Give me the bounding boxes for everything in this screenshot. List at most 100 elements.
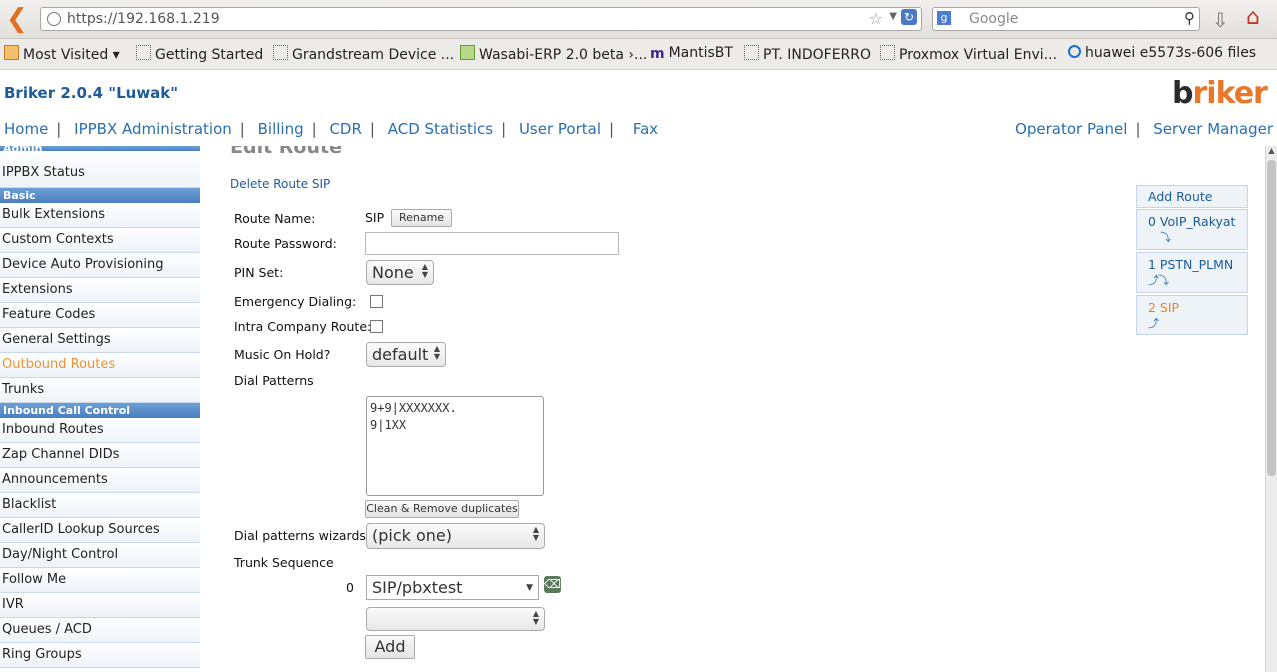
reorder-arrows-icon[interactable]: ⤵: [1148, 229, 1247, 245]
bookmark-star-icon[interactable]: ☆: [869, 9, 883, 28]
route-item-label: 0 VoIP_Rakyat: [1148, 214, 1236, 229]
music-on-hold-label: Music On Hold?: [234, 347, 331, 362]
bookmark-mantisbt[interactable]: m MantisBT: [650, 45, 733, 62]
sidebar-item-custom-contexts[interactable]: Custom Contexts: [0, 228, 200, 253]
add-trunk-button[interactable]: Add: [365, 635, 415, 659]
sidebar: Admin IPPBX Status Basic Bulk Extensions…: [0, 146, 200, 672]
globe-icon: [47, 12, 61, 26]
url-text: https://192.168.1.219: [67, 11, 220, 27]
route-item-label: 2 SIP: [1148, 300, 1180, 315]
sidebar-header-basic: Basic: [0, 188, 200, 203]
nav-cdr[interactable]: CDR: [329, 120, 361, 138]
route-password-label: Route Password:: [234, 236, 337, 251]
bookmark-huawei[interactable]: huawei e5573s-606 files: [1068, 45, 1256, 61]
sidebar-item-device-auto-provisioning[interactable]: Device Auto Provisioning: [0, 253, 200, 278]
bookmark-getting-started[interactable]: Getting Started: [136, 45, 263, 63]
route-item-active[interactable]: 2 SIP ⤴: [1136, 295, 1248, 335]
page-title: Edit Route: [230, 146, 342, 158]
bookmark-wasabi-erp[interactable]: Wasabi-ERP 2.0 beta ›...: [460, 45, 647, 63]
bookmark-proxmox[interactable]: Proxmox Virtual Envi...: [880, 45, 1057, 63]
sidebar-item-blacklist[interactable]: Blacklist: [0, 493, 200, 518]
bookmark-most-visited[interactable]: Most Visited ▾: [4, 45, 120, 63]
briker-logo: briker: [1172, 76, 1268, 111]
reload-icon[interactable]: ↻: [901, 9, 917, 25]
clean-remove-duplicates-button[interactable]: Clean & Remove duplicates: [365, 500, 519, 518]
music-on-hold-select[interactable]: default ▲ ▼: [366, 342, 446, 367]
nav-fax[interactable]: Fax: [633, 120, 658, 138]
select-arrows-icon: ▲ ▼: [532, 609, 539, 626]
search-placeholder: Google: [969, 11, 1019, 27]
emergency-dialing-checkbox[interactable]: [370, 295, 383, 308]
route-name-value: SIP: [365, 210, 385, 225]
scroll-up-icon[interactable]: ▲: [1266, 146, 1277, 158]
home-icon[interactable]: ⌂: [1246, 5, 1260, 30]
trunk-index: 0: [346, 580, 354, 595]
nav-user-portal[interactable]: User Portal: [519, 120, 601, 138]
sidebar-item-ivr[interactable]: IVR: [0, 593, 200, 618]
search-bar[interactable]: g Google ⚲: [932, 7, 1200, 31]
intra-company-label: Intra Company Route:: [234, 319, 372, 334]
intra-company-checkbox[interactable]: [370, 320, 383, 333]
url-bar[interactable]: https://192.168.1.219 ☆ ▼ ↻: [40, 7, 922, 31]
browser-toolbar: ❮ https://192.168.1.219 ☆ ▼ ↻ g Google ⚲…: [0, 0, 1277, 39]
bookmark-indoferro[interactable]: PT. INDOFERRO: [744, 45, 871, 63]
sidebar-item-inbound-routes[interactable]: Inbound Routes: [0, 418, 200, 443]
sidebar-item-zap-channel-dids[interactable]: Zap Channel DIDs: [0, 443, 200, 468]
dial-patterns-wizard-select[interactable]: (pick one) ▲ ▼: [366, 523, 545, 549]
sidebar-item-follow-me[interactable]: Follow Me: [0, 568, 200, 593]
nav-acd-statistics[interactable]: ACD Statistics: [388, 120, 493, 138]
dial-patterns-wizard-label: Dial patterns wizards:: [234, 528, 371, 543]
sidebar-item-ippbx-status[interactable]: IPPBX Status: [0, 151, 200, 188]
download-icon[interactable]: ⇩: [1212, 8, 1229, 32]
sidebar-item-day-night-control[interactable]: Day/Night Control: [0, 543, 200, 568]
nav-ippbx-administration[interactable]: IPPBX Administration: [74, 120, 232, 138]
pin-set-label: PIN Set:: [234, 265, 284, 280]
trunk-select[interactable]: SIP/pbxtest ▼: [366, 575, 539, 600]
right-nav: Operator Panel | Server Manager: [1015, 120, 1273, 138]
route-item[interactable]: 1 PSTN_PLMN ⤴⤵: [1136, 252, 1248, 293]
main-content: Edit Route: [200, 146, 1265, 672]
url-dropdown-icon[interactable]: ▼: [889, 11, 897, 22]
search-icon[interactable]: ⚲: [1184, 9, 1195, 27]
select-arrows-icon: ▲ ▼: [433, 344, 440, 361]
select-arrows-icon: ▲ ▼: [421, 262, 428, 279]
sidebar-item-feature-codes[interactable]: Feature Codes: [0, 303, 200, 328]
nav-operator-panel[interactable]: Operator Panel: [1015, 120, 1127, 138]
bookmark-grandstream[interactable]: Grandstream Device ...: [273, 45, 454, 63]
bookmarks-toolbar: Most Visited ▾ Getting Started Grandstre…: [0, 39, 1277, 70]
sidebar-item-general-settings[interactable]: General Settings: [0, 328, 200, 353]
nav-server-manager[interactable]: Server Manager: [1153, 120, 1273, 138]
sidebar-item-trunks[interactable]: Trunks: [0, 378, 200, 403]
route-item[interactable]: 0 VoIP_Rakyat ⤵: [1136, 209, 1248, 250]
route-item-label: 1 PSTN_PLMN: [1148, 257, 1234, 272]
route-password-input[interactable]: [365, 232, 619, 255]
sidebar-item-callerid-lookup[interactable]: CallerID Lookup Sources: [0, 518, 200, 543]
sidebar-item-bulk-extensions[interactable]: Bulk Extensions: [0, 203, 200, 228]
delete-route-link[interactable]: Delete Route SIP: [230, 177, 330, 191]
sidebar-header-inbound: Inbound Call Control: [0, 403, 200, 418]
scrollbar-thumb[interactable]: [1267, 160, 1276, 476]
nav-home[interactable]: Home: [4, 120, 48, 138]
dial-patterns-textarea[interactable]: 9+9|XXXXXXX. 9|1XX: [366, 396, 544, 496]
app-title: Briker 2.0.4 "Luwak": [4, 84, 179, 102]
top-nav: Home | IPPBX Administration | Billing | CDR…: [4, 120, 659, 138]
sidebar-item-announcements[interactable]: Announcements: [0, 468, 200, 493]
sidebar-item-queues-acd[interactable]: Queues / ACD: [0, 618, 200, 643]
nav-billing[interactable]: Billing: [258, 120, 304, 138]
pin-set-select[interactable]: None ▲ ▼: [366, 260, 434, 285]
reorder-arrows-icon[interactable]: ⤴⤵: [1148, 272, 1247, 288]
dropdown-arrow-icon: ▼: [526, 583, 533, 593]
back-icon[interactable]: ❮: [6, 6, 28, 32]
reorder-arrows-icon[interactable]: ⤴: [1148, 315, 1247, 331]
dial-patterns-label: Dial Patterns: [234, 373, 314, 388]
trash-icon[interactable]: ⌫: [544, 576, 561, 593]
google-icon[interactable]: g: [937, 11, 951, 25]
add-route-link[interactable]: Add Route: [1136, 185, 1248, 208]
trunk-add-select[interactable]: ▲ ▼: [366, 607, 545, 631]
sidebar-item-ring-groups[interactable]: Ring Groups: [0, 643, 200, 668]
sidebar-item-outbound-routes[interactable]: Outbound Routes: [0, 353, 200, 378]
select-arrows-icon: ▲ ▼: [532, 525, 539, 542]
sidebar-item-extensions[interactable]: Extensions: [0, 278, 200, 303]
emergency-dialing-label: Emergency Dialing:: [234, 294, 357, 309]
rename-button[interactable]: Rename: [391, 209, 452, 227]
